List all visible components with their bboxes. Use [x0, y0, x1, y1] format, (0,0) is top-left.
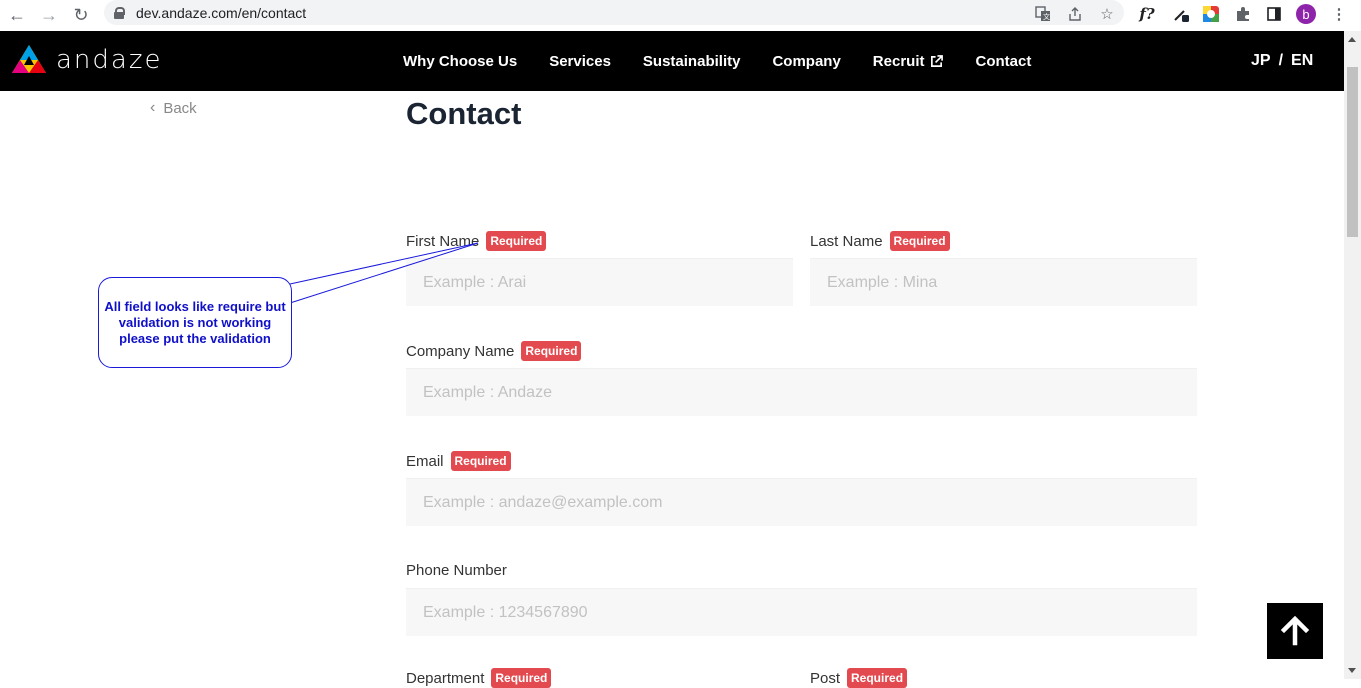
company-name-input[interactable] [406, 368, 1197, 416]
nav-recruit-label: Recruit [872, 52, 925, 70]
last-name-label: Last Name Required [810, 231, 950, 251]
share-icon[interactable] [1064, 3, 1086, 25]
annotation-text: All field looks like require but validat… [104, 298, 286, 346]
profile-avatar[interactable]: b [1296, 4, 1316, 24]
nav-contact[interactable]: Contact [975, 53, 1031, 70]
eyedropper-extension-icon[interactable] [1170, 3, 1192, 25]
back-to-top-button[interactable] [1267, 603, 1323, 659]
page-title: Contact [406, 96, 522, 131]
first-name-input[interactable] [406, 258, 793, 306]
lang-separator: / [1278, 52, 1284, 69]
required-badge: Required [889, 231, 950, 251]
phone-input[interactable] [406, 588, 1197, 636]
back-link[interactable]: ‹ Back [150, 99, 197, 117]
reload-icon[interactable]: ↻ [68, 2, 94, 28]
arrow-up-icon [1280, 616, 1310, 646]
site-logo[interactable]: andaze [10, 43, 163, 77]
post-label: Post Required [810, 668, 908, 688]
last-name-label-text: Last Name [810, 232, 883, 250]
color-extension-icon[interactable] [1200, 3, 1222, 25]
lock-icon [114, 6, 125, 19]
forward-arrow-icon[interactable]: → [36, 2, 62, 28]
nav-sustainability[interactable]: Sustainability [643, 53, 741, 70]
nav-why-choose-us[interactable]: Why Choose Us [403, 53, 517, 70]
required-badge: Required [521, 341, 582, 361]
scroll-thumb[interactable] [1347, 67, 1358, 237]
department-label: Department Required [406, 668, 552, 688]
nav-services[interactable]: Services [549, 53, 611, 70]
email-input[interactable] [406, 478, 1197, 526]
email-label-text: Email [406, 452, 444, 470]
font-extension-icon[interactable]: f? [1136, 3, 1158, 25]
required-badge: Required [486, 231, 547, 251]
first-name-label: First Name Required [406, 231, 547, 251]
last-name-input[interactable] [810, 258, 1197, 306]
svg-text:文: 文 [1043, 12, 1050, 21]
url-text[interactable]: dev.andaze.com/en/contact [136, 5, 306, 21]
logo-text: andaze [56, 45, 163, 75]
phone-label-text: Phone Number [406, 562, 507, 579]
company-name-label-text: Company Name [406, 342, 515, 360]
bookmark-star-icon[interactable]: ☆ [1096, 3, 1118, 25]
required-badge: Required [450, 451, 511, 471]
browser-menu-icon[interactable]: ⋮ [1328, 3, 1350, 25]
back-arrow-icon[interactable]: ← [4, 2, 30, 28]
required-badge: Required [491, 668, 552, 688]
profile-initial: b [1296, 4, 1316, 24]
side-panel-icon[interactable] [1263, 3, 1285, 25]
back-label: Back [163, 99, 197, 117]
chevron-left-icon: ‹ [150, 99, 156, 116]
browser-toolbar: ← → ↻ dev.andaze.com/en/contact 文 ☆ f? b… [0, 0, 1361, 31]
page-scrollbar[interactable] [1344, 31, 1361, 679]
translate-icon[interactable]: 文 [1032, 3, 1054, 25]
scroll-up-arrow-icon[interactable] [1348, 37, 1356, 42]
main-nav: Why Choose Us Services Sustainability Co… [403, 31, 1063, 91]
andaze-logo-icon [12, 45, 46, 73]
company-name-label: Company Name Required [406, 341, 582, 361]
first-name-label-text: First Name [406, 232, 480, 250]
extensions-puzzle-icon[interactable] [1232, 3, 1254, 25]
nav-recruit[interactable]: Recruit [873, 53, 944, 70]
post-label-text: Post [810, 669, 841, 687]
required-badge: Required [847, 668, 908, 688]
lang-jp[interactable]: JP [1251, 52, 1271, 69]
department-label-text: Department [406, 669, 485, 687]
external-link-icon [931, 54, 944, 67]
address-bar[interactable]: dev.andaze.com/en/contact [104, 0, 1124, 25]
nav-company[interactable]: Company [772, 53, 840, 70]
email-label: Email Required [406, 451, 511, 471]
annotation-callout: All field looks like require but validat… [98, 277, 292, 368]
site-header: andaze Why Choose Us Services Sustainabi… [0, 31, 1344, 91]
scroll-down-arrow-icon[interactable] [1348, 668, 1356, 673]
lang-en[interactable]: EN [1291, 52, 1313, 69]
language-switcher: JP / EN [1247, 52, 1317, 70]
phone-label: Phone Number [406, 562, 507, 579]
